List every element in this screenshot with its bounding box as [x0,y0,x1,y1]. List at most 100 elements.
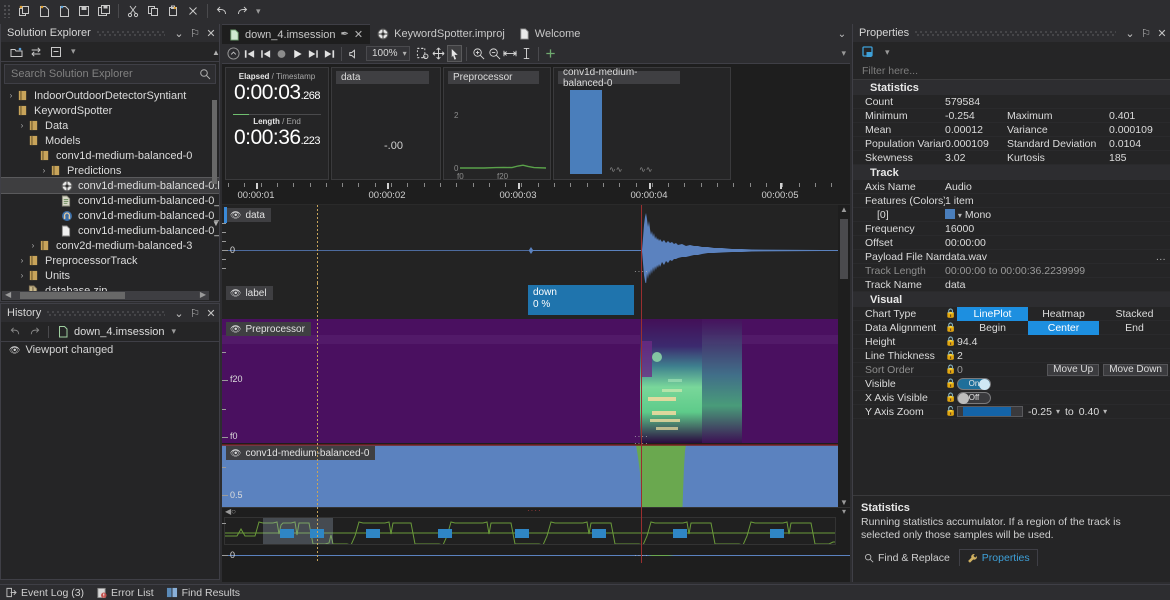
move-up-button[interactable]: Move Up [1047,364,1099,376]
tree-item[interactable]: › conv2d-medium-balanced-3 [1,238,219,253]
sync-icon[interactable]: ⇄ [27,44,45,60]
move-down-button[interactable]: Move Down [1103,364,1168,376]
close-icon[interactable]: ✕ [203,305,219,321]
chevron-down-icon[interactable]: ▾ [1056,407,1060,416]
undo-icon[interactable] [7,324,23,340]
track-data-label[interactable]: 👁 data [226,208,271,222]
property-row[interactable]: Sort Order 🔒 0 Move Up Move Down [853,363,1170,377]
property-row[interactable]: Minimum -0.254 Maximum 0.401 [853,109,1170,123]
toggle-switch[interactable]: Off [957,392,991,404]
tree-expander[interactable]: › [38,166,50,175]
status-bar-item[interactable]: Event Log (3) [6,587,84,599]
segment-option[interactable]: End [1099,321,1170,335]
timeline-vertical-scrollbar[interactable]: ▲ ▼ [838,205,850,507]
save-all-icon[interactable] [94,2,114,20]
segmented-control[interactable]: Begin Center End [957,321,1170,335]
property-value-cell[interactable]: data.wav [945,251,1156,263]
property-value-cell[interactable]: 00:00:00 [945,237,1170,249]
scrollbar-thumb[interactable] [212,100,217,184]
overview-left-icon[interactable]: ◀○ [225,507,236,516]
property-row[interactable]: Frequency 16000 [853,222,1170,236]
property-value-cell[interactable]: ▾ Mono [945,209,1170,221]
chevron-down-icon[interactable]: ▾ [403,49,407,58]
toggle-cell[interactable]: Off [957,392,1170,404]
tree-item[interactable]: conv1d-medium-balanced-0.h5 [1,178,219,193]
new-folder-icon[interactable] [7,44,25,60]
scroll-right-icon[interactable]: ▶ [200,290,206,299]
save-icon[interactable] [74,2,94,20]
chevron-down-icon[interactable]: ▾ [958,211,962,220]
paste-icon[interactable] [163,2,183,20]
lock-icon[interactable]: 🔒 [945,308,957,319]
eye-icon[interactable]: 👁 [230,324,241,335]
tree-expander[interactable]: › [16,256,28,265]
eye-icon[interactable]: 👁 [230,288,241,299]
segment-option[interactable]: Stacked [1099,307,1170,321]
editor-tab[interactable]: Welcome [512,24,588,44]
toolbar-grip[interactable] [3,4,11,18]
selection-handle-dots[interactable]: ···· [634,443,649,448]
property-group-header[interactable]: ⱟ Track [853,165,1170,180]
select-region-icon[interactable] [415,45,430,62]
overview-body[interactable] [224,517,836,545]
play-icon[interactable] [290,45,305,62]
chevron-down-icon[interactable]: ⌄ [171,305,187,321]
cut-icon[interactable] [123,2,143,20]
chevron-down-icon[interactable]: ⱟ [858,83,866,92]
property-value-cell[interactable]: 94.4 [957,336,1170,348]
property-group-header[interactable]: ⱟ Statistics [853,80,1170,95]
tree-item[interactable]: ⱟ KeywordSpotter [1,103,219,118]
selection-handle-dots[interactable]: ···· [634,267,649,276]
chevron-down-icon[interactable]: ▾ [1103,407,1107,416]
skip-end-icon[interactable] [322,45,337,62]
tree-expander[interactable]: ⱟ [16,136,28,145]
toolbar-overflow-button[interactable]: ▾ [252,6,265,17]
property-row[interactable]: Track Name data [853,278,1170,292]
close-icon[interactable]: ✕ [1154,25,1170,41]
property-row[interactable]: Height 🔒 94.4 [853,335,1170,349]
record-icon[interactable] [274,45,289,62]
collapse-icon[interactable] [226,45,241,62]
tree-item[interactable]: ⱟ Models [1,133,219,148]
hscroll-thumb[interactable] [20,292,125,299]
history-list[interactable]: 👁 Viewport changed [1,342,219,358]
cursor-line[interactable] [317,443,318,563]
track-select-indicator[interactable] [224,207,227,223]
tree-item[interactable]: conv1d-medium-balanced-0_preprocess [1,223,219,238]
tree-item[interactable]: › Predictions [1,163,219,178]
eye-icon[interactable]: 👁 [230,210,241,221]
segment-option[interactable]: Begin [957,321,1028,335]
step-back-icon[interactable] [258,45,273,62]
property-row[interactable]: Data Alignment 🔒 Begin Center End [853,321,1170,335]
tree-horizontal-scrollbar[interactable]: ◀ ▶ [2,291,209,300]
track-model-label[interactable]: 👁 conv1d-medium-balanced-0 [226,446,375,460]
property-row[interactable]: Population Variance0.000109Standard Devi… [853,137,1170,151]
chevron-down-icon[interactable]: ⱟ [857,196,865,205]
selection-handle-dots-bottom[interactable]: ···· [634,551,649,560]
chevron-down-icon[interactable]: ⌄ [1122,25,1138,41]
tree-item[interactable]: ⱟ conv1d-medium-balanced-0 [1,148,219,163]
mute-icon[interactable] [346,45,361,62]
new-project-icon[interactable] [14,2,34,20]
property-row[interactable]: Visible 🔒 On [853,377,1170,391]
history-item[interactable]: 👁 Viewport changed [1,342,219,358]
property-row[interactable]: Axis Name Audio [853,180,1170,194]
property-row[interactable]: Skewness 3.02 Kurtosis 185 [853,151,1170,165]
segment-option[interactable]: Heatmap [1028,307,1099,321]
overview-right-icon[interactable]: ▾ [842,507,846,516]
tree-item[interactable]: › Data [1,118,219,133]
skip-start-icon[interactable] [242,45,257,62]
timeline-ruler[interactable]: 00:00:01 00:00:02 00:00:03 00:00:04 00:00:05 [222,183,850,205]
browse-button[interactable]: … [1156,251,1170,263]
segment-option[interactable]: LinePlot [957,307,1028,321]
lock-icon[interactable]: 🔒 [945,350,957,361]
lock-icon[interactable]: 🔒 [945,378,957,389]
range-cell[interactable]: -0.25 ▾ to 0.40 ▾ [957,406,1170,418]
copy-icon[interactable] [143,2,163,20]
property-row[interactable]: ⱟ Features (Colors) 1 item [853,194,1170,208]
property-row[interactable]: Track Length 00:00:00 to 00:00:36.2239999 [853,264,1170,278]
timeline-scroll-thumb[interactable] [840,219,848,279]
property-row[interactable]: Chart Type 🔒 LinePlot Heatmap Stacked [853,307,1170,321]
cursor-line[interactable] [317,319,318,443]
tree-expander[interactable]: ⱟ [27,151,39,160]
